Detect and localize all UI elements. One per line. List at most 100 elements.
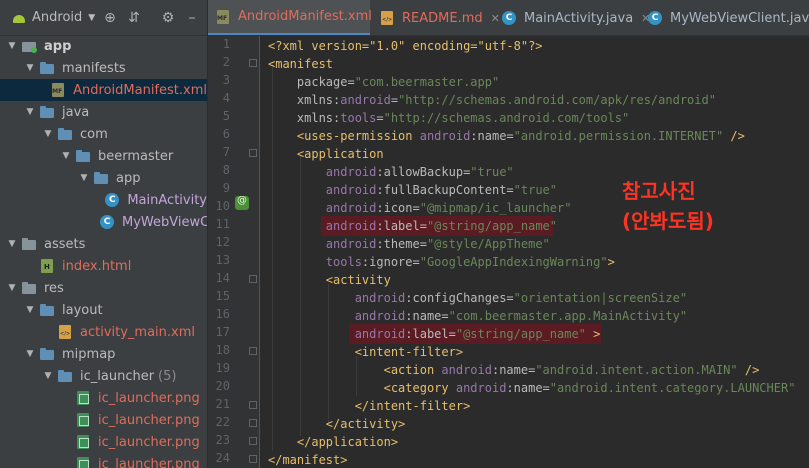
- code-token: xmlns:: [268, 93, 341, 107]
- project-tree-label: MainActivity: [127, 192, 207, 208]
- folder-icon: [22, 281, 38, 295]
- project-tree-label: ic_launcher: [80, 368, 155, 384]
- code-token: <activity: [268, 273, 391, 287]
- code-token: "android.intent.action.MAIN": [535, 363, 738, 377]
- editor-vertical-scrollbar[interactable]: [803, 36, 809, 468]
- class-icon: [502, 11, 518, 25]
- code-token: <application: [268, 147, 384, 161]
- project-tree-item[interactable]: ▼ layout: [0, 299, 207, 321]
- collapse-all-icon[interactable]: ⇵: [126, 10, 142, 26]
- fold-marker-icon[interactable]: [249, 149, 257, 157]
- code-token: >: [607, 255, 615, 269]
- code-token: :ignore=: [361, 255, 420, 269]
- editor-tab[interactable]: MainActivity.java✕: [494, 0, 650, 35]
- expand-arrow-icon[interactable]: ▼: [60, 151, 72, 161]
- editor-tab[interactable]: AndroidManifest.xml✕: [208, 0, 389, 35]
- png-icon: [76, 391, 92, 405]
- tab-label: README.md: [402, 10, 483, 26]
- project-tree-item[interactable]: ▼ app: [0, 35, 207, 57]
- line-number: 14: [215, 271, 230, 285]
- code-token: :allowBackup=: [376, 165, 471, 179]
- project-tree-item[interactable]: ic_launcher.png: [0, 387, 207, 409]
- code-line: <intent-filter>: [268, 343, 463, 361]
- expand-arrow-icon[interactable]: ▼: [6, 41, 18, 51]
- expand-arrow-icon[interactable]: ▼: [6, 283, 18, 293]
- code-token: :icon=: [376, 201, 420, 215]
- fold-marker-icon[interactable]: [249, 437, 257, 445]
- fold-marker-icon[interactable]: [249, 59, 257, 67]
- project-tree-item[interactable]: index.html: [0, 255, 207, 277]
- project-tree-item[interactable]: ▼ com: [0, 123, 207, 145]
- line-number: 24: [215, 451, 230, 465]
- project-tree-item[interactable]: ▼ java: [0, 101, 207, 123]
- code-token: "@style/AppTheme": [426, 237, 550, 251]
- expand-arrow-icon[interactable]: ▼: [24, 63, 36, 73]
- expand-arrow-icon[interactable]: ▼: [24, 349, 36, 359]
- expand-arrow-icon[interactable]: ▼: [42, 371, 54, 381]
- project-tree-item[interactable]: MainActivity: [0, 189, 207, 211]
- folder-icon: [40, 105, 56, 119]
- project-tree-label: ic_launcher.png: [98, 390, 200, 406]
- fold-marker-icon[interactable]: [249, 275, 257, 283]
- project-view-selector[interactable]: Android ▼: [12, 10, 95, 25]
- hide-panel-icon[interactable]: –: [184, 10, 200, 26]
- project-tree-item[interactable]: ▼ app: [0, 167, 207, 189]
- project-tree-label: manifests: [62, 60, 126, 76]
- code-token: "http://schemas.android.com/apk/res/andr…: [398, 93, 716, 107]
- project-tree-item[interactable]: ▼ beermaster: [0, 145, 207, 167]
- editor-tab[interactable]: MyWebViewClient.java✕: [640, 0, 809, 35]
- class-icon: [105, 193, 121, 207]
- code-token: "http://schemas.android.com/tools": [383, 111, 630, 125]
- project-tree-item[interactable]: ▼ mipmap: [0, 343, 207, 365]
- fold-marker-icon[interactable]: [249, 419, 257, 427]
- project-tree-label: ic_launcher.png: [98, 412, 200, 428]
- expand-arrow-icon[interactable]: ▼: [6, 239, 18, 249]
- expand-arrow-icon[interactable]: ▼: [42, 129, 54, 139]
- gear-icon[interactable]: ⚙: [160, 10, 176, 26]
- project-tree-label: res: [44, 280, 64, 296]
- editor-tab[interactable]: README.md✕: [372, 0, 500, 35]
- line-number: 10: [215, 199, 230, 213]
- project-tree-item[interactable]: activity_main.xml: [0, 321, 207, 343]
- project-tree-item[interactable]: ic_launcher.png: [0, 453, 207, 468]
- project-tree-item[interactable]: MyWebViewClient: [0, 211, 207, 233]
- project-tree-label: activity_main.xml: [80, 324, 196, 340]
- project-tree-item[interactable]: ▼ assets: [0, 233, 207, 255]
- fold-marker-icon[interactable]: [249, 347, 257, 355]
- code-area[interactable]: <?xml version="1.0" encoding="utf-8"?> <m…: [260, 36, 809, 468]
- code-token: <category: [268, 381, 456, 395]
- code-token: "orientation|screenSize": [513, 291, 688, 305]
- project-toolbar: Android ▼ ⊕ ⇵ ⚙ –: [0, 0, 207, 36]
- code-line: android:label="@string/app_name" >: [268, 325, 601, 343]
- project-tree-item[interactable]: ▼ ic_launcher (5): [0, 365, 207, 387]
- code-token: <uses-permission: [268, 129, 420, 143]
- item-count: (5): [158, 368, 177, 384]
- resource-reference-icon[interactable]: [235, 195, 249, 210]
- expand-arrow-icon[interactable]: ▼: [78, 173, 90, 183]
- code-editor[interactable]: 123456789101112131415161718192021222324 …: [208, 36, 809, 468]
- project-tree-item[interactable]: ic_launcher.png: [0, 431, 207, 453]
- code-token: :name=: [506, 381, 550, 395]
- expand-arrow-icon[interactable]: ▼: [24, 305, 36, 315]
- project-tree-label: beermaster: [98, 148, 174, 164]
- expand-arrow-icon[interactable]: ▼: [24, 107, 36, 117]
- code-token: :name=: [405, 309, 449, 323]
- code-line: android:fullBackupContent="true": [268, 181, 557, 199]
- folder-icon: [58, 127, 74, 141]
- locate-target-icon[interactable]: ⊕: [102, 10, 118, 26]
- annotation-line-2: (안봐도됨): [622, 209, 714, 233]
- project-tree-item[interactable]: AndroidManifest.xml: [0, 79, 207, 101]
- code-token: <?xml version="1.0" encoding="utf-8"?>: [268, 39, 543, 53]
- code-token: :label=: [376, 219, 427, 233]
- fold-marker-icon[interactable]: [249, 401, 257, 409]
- fold-marker-icon[interactable]: [249, 455, 257, 463]
- code-token: :name=: [470, 129, 514, 143]
- project-tree-item[interactable]: ▼ res: [0, 277, 207, 299]
- code-line: xmlns:tools="http://schemas.android.com/…: [268, 109, 629, 127]
- project-tree-item[interactable]: ▼ manifests: [0, 57, 207, 79]
- code-token: android: [268, 201, 377, 215]
- code-token: android: [419, 129, 471, 143]
- code-token: android: [268, 165, 377, 179]
- project-tree-item[interactable]: ic_launcher.png: [0, 409, 207, 431]
- line-number: 18: [215, 343, 230, 357]
